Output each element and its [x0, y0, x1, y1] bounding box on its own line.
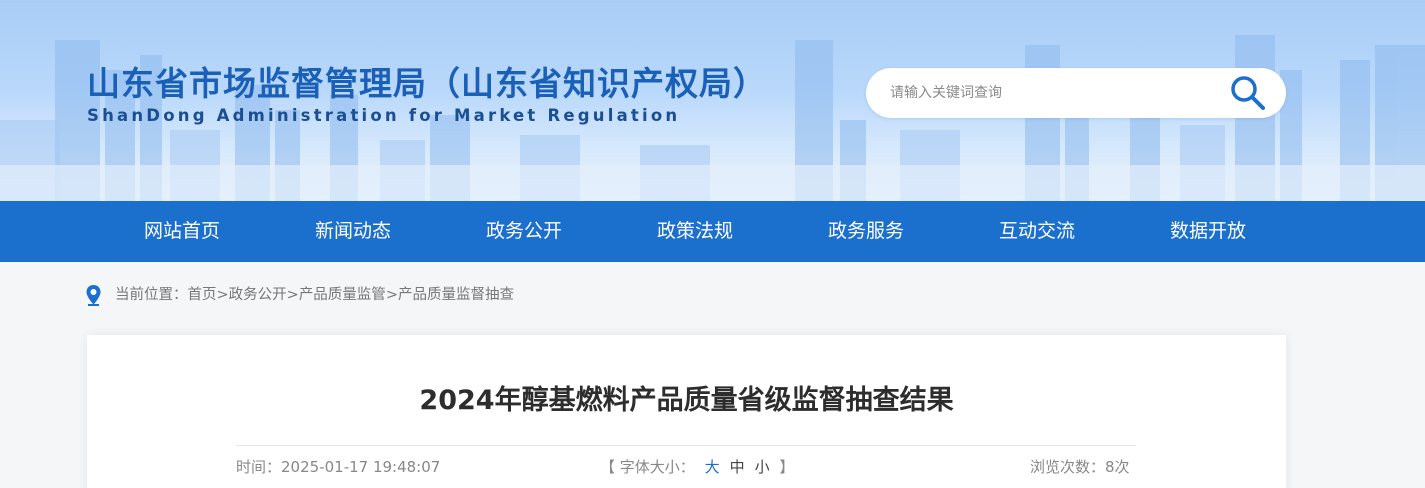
- breadcrumb-item-gov-info[interactable]: 政务公开: [229, 287, 287, 303]
- breadcrumb-item-inspection[interactable]: 产品质量监督抽查: [398, 287, 514, 303]
- breadcrumb-item-quality[interactable]: 产品质量监管: [299, 287, 386, 303]
- breadcrumb-prefix: 当前位置：: [115, 287, 188, 303]
- time-value: 2025-01-17 19:48:07: [281, 458, 441, 476]
- font-size-control: 【 字体大小： 大中小 】: [600, 457, 794, 477]
- article-divider: [236, 445, 1136, 446]
- views-label: 浏览次数：: [1030, 458, 1106, 476]
- nav-item-gov-info[interactable]: 政务公开: [449, 201, 599, 262]
- views-value: 8次: [1105, 458, 1130, 476]
- site-title: 山东省市场监督管理局（山东省知识产权局）: [87, 64, 767, 103]
- font-size-medium-button[interactable]: 中: [730, 458, 745, 476]
- location-pin-icon: [86, 285, 101, 306]
- nav-item-services[interactable]: 政务服务: [791, 201, 941, 262]
- font-size-label: 字体大小：: [619, 458, 695, 476]
- search-input[interactable]: [890, 80, 1210, 106]
- font-bracket-open: 【: [600, 458, 616, 476]
- nav-item-news[interactable]: 新闻动态: [278, 201, 428, 262]
- font-size-small-button[interactable]: 小: [755, 458, 770, 476]
- breadcrumb-separator: >: [385, 287, 398, 303]
- breadcrumb-separator: >: [286, 287, 299, 303]
- nav-item-home[interactable]: 网站首页: [107, 201, 257, 262]
- article-views: 浏览次数：8次: [1030, 457, 1130, 477]
- search-box: [866, 68, 1286, 118]
- breadcrumb-text: 当前位置：首页>政务公开>产品质量监管>产品质量监督抽查: [115, 285, 514, 305]
- font-bracket-close: 】: [779, 458, 795, 476]
- time-label: 时间：: [236, 458, 282, 476]
- main-nav: 网站首页 新闻动态 政务公开 政策法规 政务服务 互动交流 数据开放: [0, 201, 1425, 262]
- nav-item-open-data[interactable]: 数据开放: [1133, 201, 1283, 262]
- search-icon[interactable]: [1228, 73, 1268, 113]
- font-size-large-button[interactable]: 大: [705, 458, 720, 476]
- breadcrumb-separator: >: [216, 287, 229, 303]
- nav-item-policy[interactable]: 政策法规: [620, 201, 770, 262]
- article-time: 时间：2025-01-17 19:48:07: [236, 457, 440, 477]
- breadcrumb-item-home[interactable]: 首页: [188, 287, 217, 303]
- article-title: 2024年醇基燃料产品质量省级监督抽查结果: [419, 385, 954, 416]
- site-subtitle: ShanDong Administration for Market Regul…: [87, 106, 681, 125]
- nav-item-interaction[interactable]: 互动交流: [962, 201, 1112, 262]
